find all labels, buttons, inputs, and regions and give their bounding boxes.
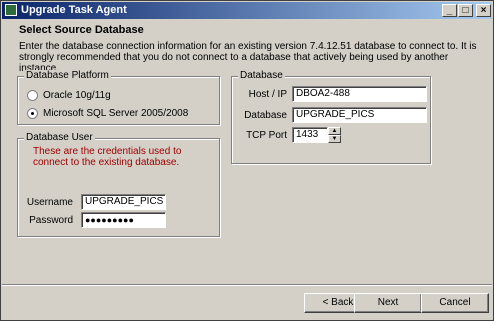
port-spinner[interactable]: ▲ ▼ [328, 127, 341, 143]
username-label: Username [26, 197, 73, 208]
database-platform-group: Database Platform Oracle 10g/11g Microso… [17, 70, 220, 125]
next-button[interactable]: Next [354, 293, 422, 313]
password-input[interactable]: ●●●●●●●●● [81, 212, 166, 228]
database-group: Database Host / IP DBOA2-488 Database UP… [231, 70, 431, 164]
radio-oracle-indicator[interactable] [27, 90, 38, 101]
credentials-note: These are the credentials used to connec… [33, 146, 182, 168]
host-label: Host / IP [248, 89, 287, 100]
database-legend: Database [238, 70, 285, 81]
app-icon [5, 4, 17, 16]
username-input[interactable]: UPGRADE_PICS [81, 194, 166, 210]
maximize-button[interactable]: □ [458, 4, 473, 17]
title-bar[interactable]: Upgrade Task Agent _ □ × [2, 2, 492, 19]
database-user-legend: Database User [24, 132, 95, 143]
window-title: Upgrade Task Agent [21, 4, 127, 16]
database-platform-legend: Database Platform [24, 70, 111, 81]
content-area: Select Source Database Enter the databas… [2, 20, 492, 305]
database-label: Database [244, 110, 287, 121]
footer-separator [2, 284, 492, 286]
spin-up-icon[interactable]: ▲ [328, 127, 341, 135]
upgrade-task-agent-window: Upgrade Task Agent _ □ × Select Source D… [0, 0, 494, 321]
port-label: TCP Port [246, 130, 287, 141]
database-input[interactable]: UPGRADE_PICS [292, 107, 427, 123]
minimize-button[interactable]: _ [442, 4, 457, 17]
radio-sqlserver-label: Microsoft SQL Server 2005/2008 [43, 108, 189, 119]
password-label: Password [29, 215, 73, 226]
radio-sqlserver-indicator[interactable] [27, 108, 38, 119]
port-input[interactable]: 1433 [292, 127, 328, 143]
cancel-button[interactable]: Cancel [421, 293, 489, 313]
page-heading: Select Source Database [19, 24, 144, 36]
spin-down-icon[interactable]: ▼ [328, 135, 341, 143]
database-user-group: Database User These are the credentials … [17, 132, 220, 237]
radio-oracle-label: Oracle 10g/11g [43, 90, 111, 101]
host-input[interactable]: DBOA2-488 [292, 86, 427, 102]
close-button[interactable]: × [476, 4, 491, 17]
